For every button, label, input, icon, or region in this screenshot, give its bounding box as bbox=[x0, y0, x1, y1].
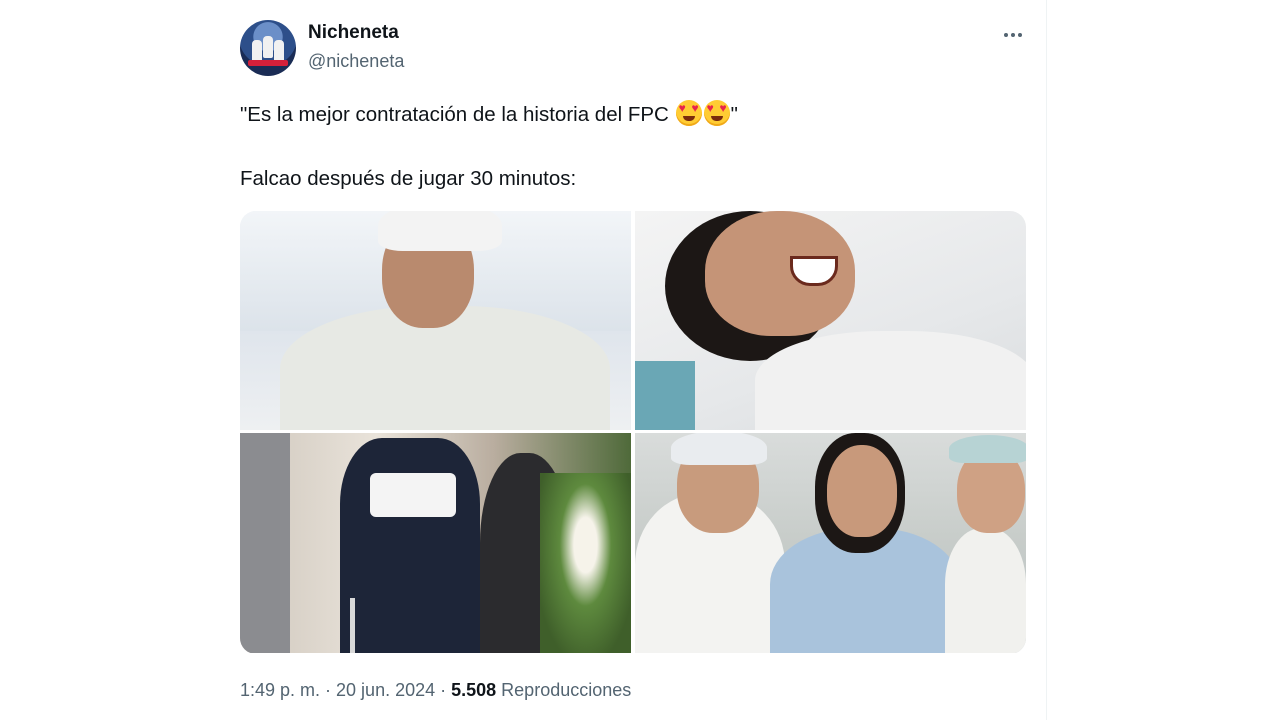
avatar-figure bbox=[252, 40, 262, 62]
surgical-cap bbox=[949, 435, 1026, 463]
avatar-figure bbox=[274, 40, 284, 62]
heart-eyes-emoji-icon bbox=[703, 100, 730, 126]
person-left bbox=[240, 433, 290, 653]
more-options-button[interactable] bbox=[998, 24, 1028, 46]
tweet-text-line2: Falcao después de jugar 30 minutos: bbox=[240, 167, 577, 190]
more-horizontal-icon bbox=[1004, 33, 1008, 37]
heart-eyes-emoji-icon bbox=[675, 100, 702, 126]
media-image-2[interactable] bbox=[635, 211, 1026, 430]
author-handle[interactable]: @nicheneta bbox=[308, 51, 404, 72]
views-count: 5.508 bbox=[451, 680, 497, 700]
tweet-text: "Es la mejor contratación de la historia… bbox=[240, 100, 738, 127]
media-image-1[interactable] bbox=[240, 211, 631, 430]
views-label: Reproducciones bbox=[496, 680, 632, 700]
column-border bbox=[1046, 0, 1047, 720]
doctor-right-gown bbox=[945, 528, 1026, 653]
tweet-meta: 1:49 p. m. · 20 jun. 2024 · 5.508 Reprod… bbox=[240, 680, 631, 701]
avatar-figure bbox=[263, 36, 273, 58]
avatar-banner bbox=[248, 60, 288, 66]
tweet-text-line1: "Es la mejor contratación de la historia… bbox=[240, 103, 669, 126]
media-image-4[interactable] bbox=[635, 433, 1026, 653]
dark-sweater bbox=[340, 438, 480, 653]
media-image-3[interactable] bbox=[240, 433, 631, 653]
avatar[interactable] bbox=[240, 20, 296, 76]
blue-sheet bbox=[635, 361, 695, 430]
surgical-cap bbox=[671, 433, 767, 465]
patient-face bbox=[827, 445, 897, 537]
flowers bbox=[540, 473, 631, 653]
puma-logo bbox=[370, 473, 456, 517]
surgical-cap bbox=[378, 211, 502, 251]
media-grid bbox=[240, 211, 1026, 654]
author-name[interactable]: Nicheneta bbox=[308, 22, 399, 44]
crutch bbox=[350, 598, 355, 653]
hospital-gown bbox=[755, 331, 1026, 430]
tweet-text-quote-end: " bbox=[730, 103, 738, 126]
tweet-timestamp[interactable]: 1:49 p. m. · 20 jun. 2024 · bbox=[240, 680, 451, 700]
